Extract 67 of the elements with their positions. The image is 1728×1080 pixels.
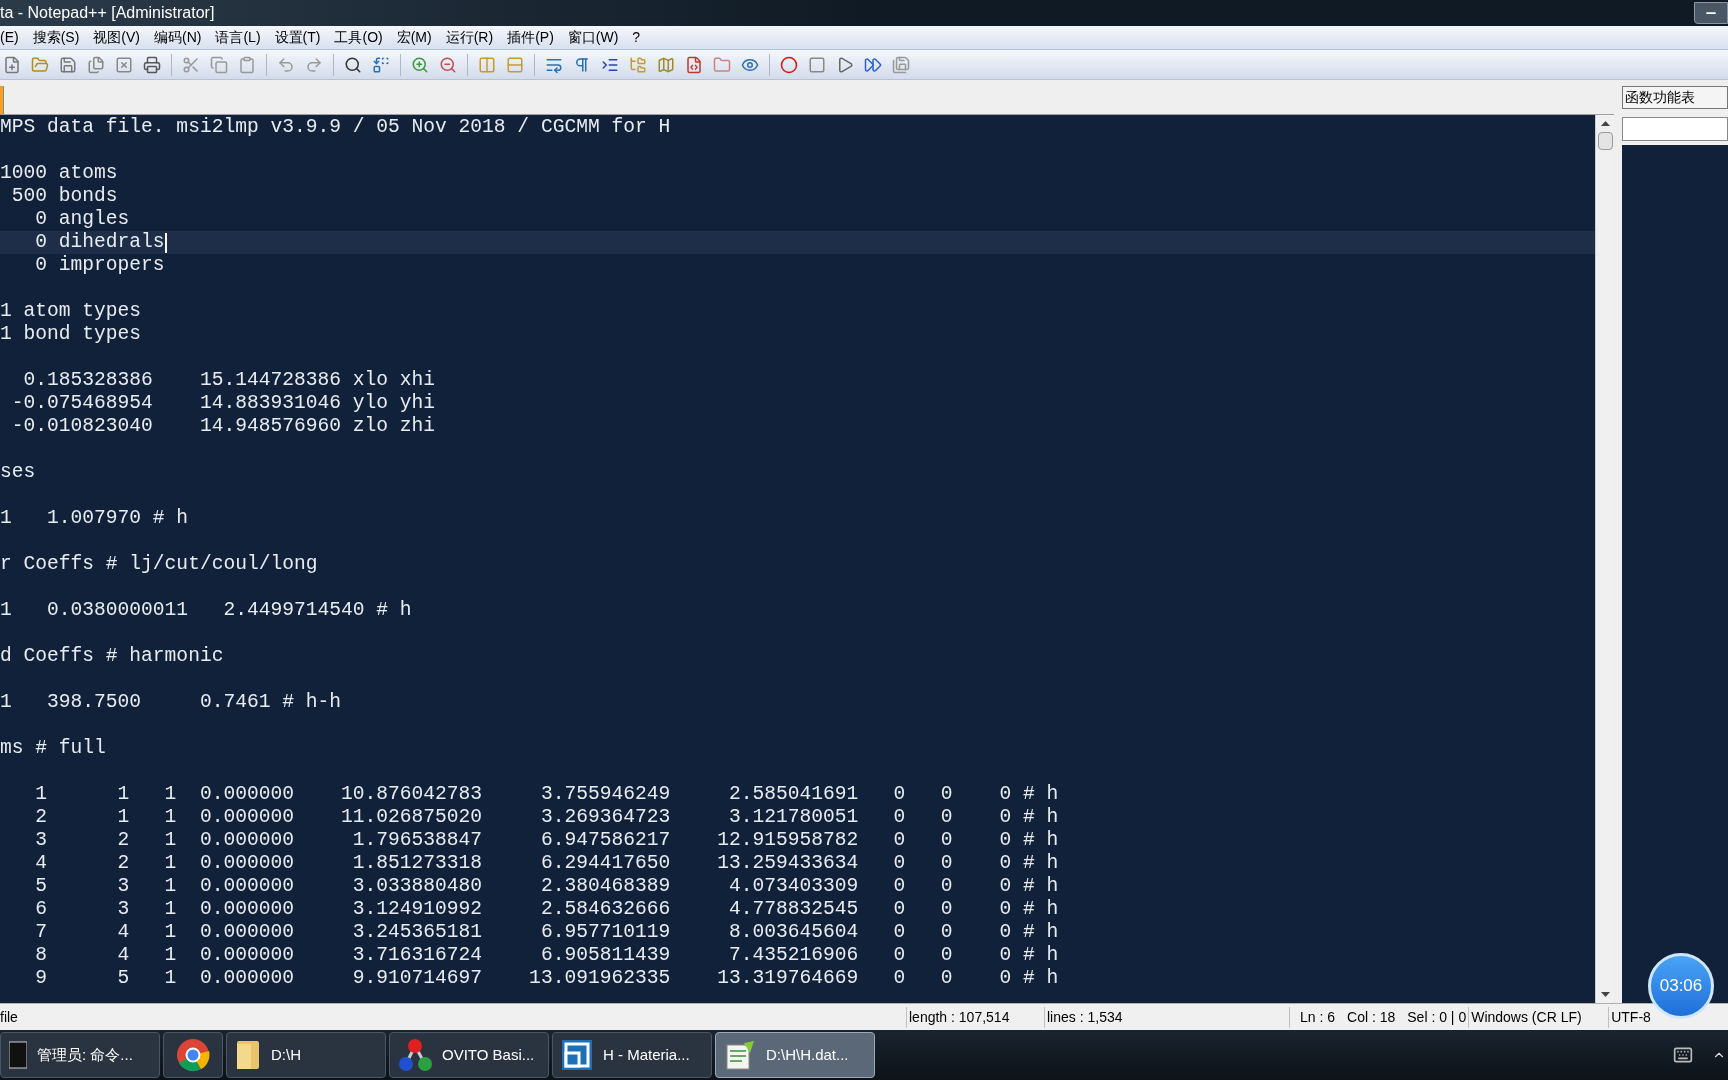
code-line: 7 4 1 0.000000 3.245365181 6.957710119 8.003645604 0 0 0 # h	[34, 921, 1059, 944]
code-line: 2 1 1 0.000000 11.026875020 3.269364723 3.121780051 0 0 0 # h	[34, 806, 1059, 829]
menu-item[interactable]: 视图(V)	[86, 27, 147, 48]
code-line: 0.185328386 15.144728386 xlo xhi	[22, 369, 436, 392]
window-title: ta - Notepad++ [Administrator]	[0, 3, 215, 23]
menu-item[interactable]: ?	[625, 27, 648, 48]
code-line: 1 0.0380000011 2.4499714540 # h	[0, 599, 412, 622]
code-line: 1 1 1 0.000000 10.876042783 3.755946249 2.585041691 0 0 0 # h	[34, 783, 1059, 806]
menu-item[interactable]: 运行(R)	[438, 27, 501, 48]
code-line: -0.010823040 14.948576960 zlo zhi	[10, 415, 436, 438]
status-text: Col : 18	[1346, 1007, 1397, 1027]
taskbar-button[interactable]: OVITO Basi...	[389, 1032, 549, 1078]
browser-icon	[176, 1038, 210, 1072]
menu-item[interactable]: 工具(O)	[327, 27, 390, 48]
down-arrow-icon	[1600, 992, 1610, 997]
code-line: MPS data file. msi2lmp v3.9.9 / 05 Nov 2018 / CGCMM for H	[0, 116, 671, 139]
terminal-icon	[9, 1040, 27, 1070]
notepad-icon	[724, 1039, 756, 1071]
code-line: r Coeffs # lj/cut/coul/long	[0, 553, 318, 576]
menu-item[interactable]: 插件(P)	[500, 27, 561, 48]
code-line: 8 4 1 0.000000 3.716316724 6.905811439 7.435216906 0 0 0 # h	[34, 944, 1059, 967]
menu-item[interactable]: 窗口(W)	[560, 27, 626, 48]
taskbar-button[interactable]	[163, 1032, 223, 1078]
menu-item[interactable]: (E)	[0, 27, 26, 48]
code-line: 6 3 1 0.000000 3.124910992 2.584632666 4.778832545 0 0 0 # h	[34, 898, 1059, 921]
code-line: 1 bond types	[0, 323, 142, 346]
app-logo-icon	[398, 1038, 432, 1072]
code-line: 0 impropers	[34, 254, 165, 277]
code-line: ses	[0, 461, 36, 484]
app-window-icon	[561, 1039, 593, 1071]
folder-icon	[235, 1038, 261, 1072]
code-line: -0.075468954 14.883931046 ylo yhi	[10, 392, 436, 415]
code-line: d Coeffs # harmonic	[0, 645, 224, 668]
taskbar-button[interactable]: D:\H\H.dat...	[715, 1032, 875, 1078]
code-line: 1 atom types	[0, 300, 142, 323]
code-line: 1 1.007970 # h	[0, 507, 189, 530]
taskbar-button[interactable]: D:\H	[226, 1032, 386, 1078]
minimize-button[interactable]	[1694, 2, 1728, 24]
menu-item[interactable]: 设置(T)	[267, 27, 328, 48]
code-line: 1000 atoms	[0, 162, 118, 185]
code-line: 500 bonds	[10, 185, 118, 208]
up-arrow-icon	[1600, 121, 1610, 126]
menu-item[interactable]: 宏(M)	[389, 27, 439, 48]
code-line: 1 398.7500 0.7461 # h-h	[0, 691, 341, 714]
code-line: 5 3 1 0.000000 3.033880480 2.380468389 4.073403309 0 0 0 # h	[34, 875, 1059, 898]
status-text: Windows (CR LF)	[1468, 1006, 1609, 1028]
code-line: 0 angles	[34, 208, 130, 231]
status-text: Sel : 0 | 0	[1406, 1007, 1468, 1027]
code-line: 9 5 1 0.000000 9.910714697 13.091962335 13.319764669 0 0 0 # h	[34, 967, 1059, 990]
keyboard-icon[interactable]	[1673, 1045, 1693, 1065]
status-text: file	[0, 1007, 19, 1027]
code-line: 3 2 1 0.000000 1.796538847 6.947586217 12.915958782 0 0 0 # h	[34, 829, 1059, 852]
scrollbar-thumb[interactable]	[1597, 132, 1613, 150]
panel-title: 函数功能表	[1622, 86, 1728, 109]
taskbar-button[interactable]: H - Materia...	[552, 1032, 712, 1078]
menu-item[interactable]: 编码(N)	[147, 27, 209, 48]
menu-item[interactable]: 搜索(S)	[25, 27, 87, 48]
code-line: ms # full	[0, 737, 106, 760]
status-text: lines : 1,534	[1044, 1006, 1289, 1028]
taskbar-button[interactable]: 管理员: 命令...	[0, 1032, 160, 1078]
menu-item[interactable]: 语言(L)	[208, 27, 268, 48]
text-caret	[164, 232, 167, 253]
status-text: length : 107,514	[906, 1006, 1044, 1028]
code-line: 0 dihedrals	[34, 231, 165, 254]
code-line: 4 2 1 0.000000 1.851273318 6.294417650 13.259433634 0 0 0 # h	[34, 852, 1059, 875]
search-field[interactable]	[1622, 117, 1728, 141]
status-text: Ln : 6	[1289, 1006, 1338, 1028]
